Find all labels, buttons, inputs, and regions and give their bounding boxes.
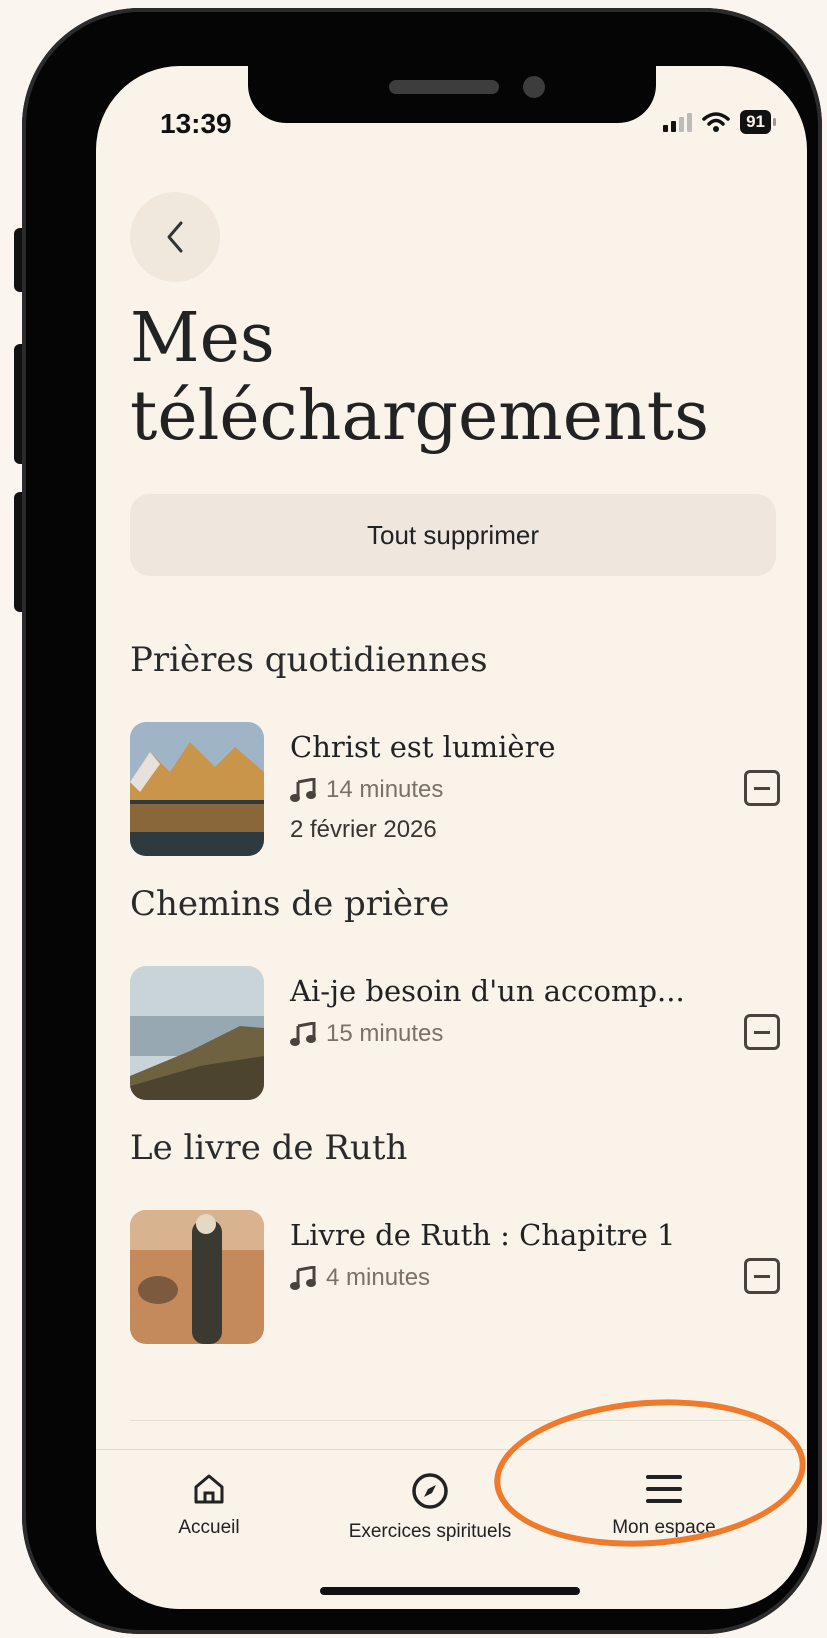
- speaker: [389, 80, 499, 94]
- remove-download-button[interactable]: [744, 1014, 780, 1050]
- duration-text: 4 minutes: [326, 1264, 431, 1291]
- phone-frame: 13:39 91 Mes téléchargements Tout suppri…: [22, 8, 822, 1634]
- tab-label: Exercices spirituels: [348, 1521, 512, 1542]
- minus-icon: [754, 786, 770, 790]
- list-item[interactable]: Christ est lumière 14 minutes 2 février …: [130, 722, 780, 856]
- minus-icon: [754, 1274, 770, 1278]
- home-indicator: [320, 1587, 580, 1595]
- item-duration: 14 minutes: [290, 776, 443, 804]
- minus-icon: [754, 1030, 770, 1034]
- item-duration: 15 minutes: [290, 1020, 443, 1048]
- item-title: Christ est lumière: [290, 730, 556, 764]
- item-date: 2 février 2026: [290, 816, 437, 843]
- compass-icon: [412, 1473, 448, 1509]
- delete-all-button[interactable]: Tout supprimer: [130, 494, 776, 576]
- music-note-icon: [290, 1266, 316, 1290]
- wifi-icon: [702, 112, 730, 132]
- music-note-icon: [290, 1022, 316, 1046]
- front-camera: [523, 76, 545, 98]
- thumbnail-mountain-lake: [130, 722, 264, 856]
- remove-download-button[interactable]: [744, 1258, 780, 1294]
- battery-indicator: 91: [740, 110, 776, 134]
- item-title: Ai-je besoin d'un accomp...: [290, 974, 685, 1008]
- notch: [248, 66, 656, 123]
- list-item[interactable]: Ai-je besoin d'un accomp... 15 minutes: [130, 966, 780, 1100]
- tab-label: Accueil: [178, 1517, 240, 1538]
- music-note-icon: [290, 778, 316, 802]
- page-title-line2: téléchargements: [130, 377, 709, 456]
- remove-download-button[interactable]: [744, 770, 780, 806]
- thumbnail-hill-landscape: [130, 966, 264, 1100]
- home-icon: [194, 1474, 224, 1504]
- page-title-line1: Mes: [130, 299, 275, 378]
- list-item[interactable]: Livre de Ruth : Chapitre 1 4 minutes: [130, 1210, 780, 1344]
- tab-accueil[interactable]: Accueil: [164, 1472, 254, 1539]
- thumbnail-ruth-painting: [130, 1210, 264, 1344]
- chevron-left-icon: [167, 221, 183, 253]
- section-title: Prières quotidiennes: [130, 640, 488, 680]
- duration-text: 14 minutes: [326, 776, 444, 803]
- screen: 13:39 91 Mes téléchargements Tout suppri…: [96, 66, 807, 1609]
- signal-icon: [663, 112, 693, 132]
- item-title: Livre de Ruth : Chapitre 1: [290, 1218, 676, 1252]
- duration-text: 15 minutes: [326, 1020, 444, 1047]
- status-time: 13:39: [160, 108, 232, 139]
- section-title: Chemins de prière: [130, 884, 450, 924]
- section-title: Le livre de Ruth: [130, 1128, 408, 1168]
- back-button[interactable]: [130, 192, 220, 282]
- tab-exercices-spirituels[interactable]: Exercices spirituels: [340, 1472, 520, 1543]
- item-duration: 4 minutes: [290, 1264, 430, 1292]
- status-icons: 91: [663, 110, 776, 134]
- page-title: Mes téléchargements: [130, 300, 780, 456]
